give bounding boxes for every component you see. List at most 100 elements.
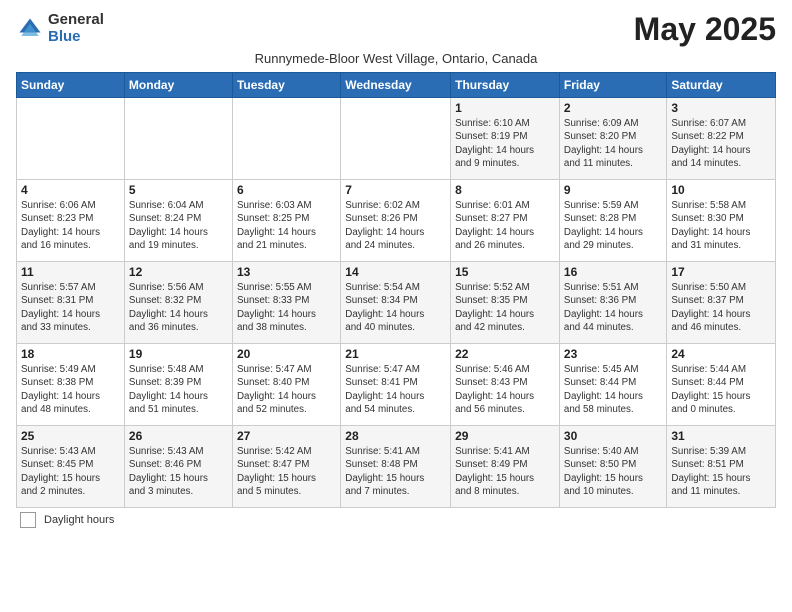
day-info: Sunrise: 5:43 AM Sunset: 8:46 PM Dayligh… [129,445,228,498]
calendar-cell: 24 Sunrise: 5:44 AM Sunset: 8:44 PM Dayli… [667,344,776,426]
day-info: Sunrise: 5:54 AM Sunset: 8:34 PM Dayligh… [345,281,446,334]
calendar-cell: 30Sunrise: 5:40 AM Sunset: 8:50 PM Dayli… [559,426,666,508]
calendar-cell: 13Sunrise: 5:55 AM Sunset: 8:33 PM Dayli… [232,262,340,344]
logo: General Blue [16,12,104,45]
calendar-cell: 1 Sunrise: 6:10 AM Sunset: 8:19 PM Daylig… [451,98,560,180]
day-number: 3 [671,101,771,115]
day-info: Sunrise: 5:42 AM Sunset: 8:47 PM Dayligh… [237,445,336,498]
day-info: Sunrise: 5:50 AM Sunset: 8:37 PM Dayligh… [671,281,771,334]
header: General Blue May 2025 [16,12,776,47]
logo-text: General Blue [48,12,104,45]
calendar-cell: 19 Sunrise: 5:48 AM Sunset: 8:39 PM Dayli… [124,344,232,426]
day-number: 23 [564,347,662,361]
day-info: Sunrise: 5:41 AM Sunset: 8:48 PM Dayligh… [345,445,446,498]
header-row: SundayMondayTuesdayWednesdayThursdayFrid… [17,73,776,98]
day-number: 12 [129,265,228,279]
day-number: 18 [21,347,120,361]
day-info: Sunrise: 5:41 AM Sunset: 8:49 PM Dayligh… [455,445,555,498]
day-number: 14 [345,265,446,279]
day-number: 20 [237,347,336,361]
day-number: 6 [237,183,336,197]
calendar-cell: 21Sunrise: 5:47 AM Sunset: 8:41 PM Dayli… [341,344,451,426]
day-info: Sunrise: 6:02 AM Sunset: 8:26 PM Dayligh… [345,199,446,252]
day-info: Sunrise: 6:03 AM Sunset: 8:25 PM Dayligh… [237,199,336,252]
calendar-cell: 18 Sunrise: 5:49 AM Sunset: 8:38 PM Dayli… [17,344,125,426]
footer: Daylight hours [16,512,776,528]
day-info: Sunrise: 5:47 AM Sunset: 8:41 PM Dayligh… [345,363,446,416]
day-info: Sunrise: 5:52 AM Sunset: 8:35 PM Dayligh… [455,281,555,334]
day-number: 11 [21,265,120,279]
day-number: 30 [564,429,662,443]
calendar-header: SundayMondayTuesdayWednesdayThursdayFrid… [17,73,776,98]
day-number: 31 [671,429,771,443]
week-row-4: 25 Sunrise: 5:43 AM Sunset: 8:45 PM Dayli… [17,426,776,508]
week-row-3: 18 Sunrise: 5:49 AM Sunset: 8:38 PM Dayli… [17,344,776,426]
title-section: May 2025 [634,12,776,47]
day-number: 9 [564,183,662,197]
day-info: Sunrise: 5:56 AM Sunset: 8:32 PM Dayligh… [129,281,228,334]
day-number: 25 [21,429,120,443]
calendar-cell: 31 Sunrise: 5:39 AM Sunset: 8:51 PM Dayli… [667,426,776,508]
day-info: Sunrise: 5:46 AM Sunset: 8:43 PM Dayligh… [455,363,555,416]
day-info: Sunrise: 5:59 AM Sunset: 8:28 PM Dayligh… [564,199,662,252]
day-number: 7 [345,183,446,197]
day-header-wednesday: Wednesday [341,73,451,98]
day-info: Sunrise: 5:48 AM Sunset: 8:39 PM Dayligh… [129,363,228,416]
day-number: 28 [345,429,446,443]
calendar-cell: 17 Sunrise: 5:50 AM Sunset: 8:37 PM Dayli… [667,262,776,344]
day-info: Sunrise: 5:51 AM Sunset: 8:36 PM Dayligh… [564,281,662,334]
day-number: 4 [21,183,120,197]
day-number: 15 [455,265,555,279]
calendar-cell: 29Sunrise: 5:41 AM Sunset: 8:49 PM Dayli… [451,426,560,508]
calendar-cell: 22 Sunrise: 5:46 AM Sunset: 8:43 PM Dayli… [451,344,560,426]
day-header-friday: Friday [559,73,666,98]
calendar-cell: 23 Sunrise: 5:45 AM Sunset: 8:44 PM Dayli… [559,344,666,426]
day-number: 10 [671,183,771,197]
day-number: 27 [237,429,336,443]
day-info: Sunrise: 5:44 AM Sunset: 8:44 PM Dayligh… [671,363,771,416]
calendar-cell: 6 Sunrise: 6:03 AM Sunset: 8:25 PM Daylig… [232,180,340,262]
calendar-cell [232,98,340,180]
calendar-cell: 2Sunrise: 6:09 AM Sunset: 8:20 PM Daylig… [559,98,666,180]
day-info: Sunrise: 5:43 AM Sunset: 8:45 PM Dayligh… [21,445,120,498]
logo-blue: Blue [48,28,81,45]
day-info: Sunrise: 5:55 AM Sunset: 8:33 PM Dayligh… [237,281,336,334]
day-number: 16 [564,265,662,279]
day-info: Sunrise: 6:06 AM Sunset: 8:23 PM Dayligh… [21,199,120,252]
subtitle: Runnymede-Bloor West Village, Ontario, C… [16,51,776,66]
calendar-body: 1 Sunrise: 6:10 AM Sunset: 8:19 PM Daylig… [17,98,776,508]
month-title: May 2025 [634,12,776,47]
day-number: 17 [671,265,771,279]
calendar-cell: 10 Sunrise: 5:58 AM Sunset: 8:30 PM Dayli… [667,180,776,262]
calendar-table: SundayMondayTuesdayWednesdayThursdayFrid… [16,72,776,508]
calendar-cell: 9 Sunrise: 5:59 AM Sunset: 8:28 PM Daylig… [559,180,666,262]
week-row-0: 1 Sunrise: 6:10 AM Sunset: 8:19 PM Daylig… [17,98,776,180]
calendar-cell [17,98,125,180]
calendar-cell: 14 Sunrise: 5:54 AM Sunset: 8:34 PM Dayli… [341,262,451,344]
day-info: Sunrise: 5:58 AM Sunset: 8:30 PM Dayligh… [671,199,771,252]
calendar-cell [124,98,232,180]
day-number: 2 [564,101,662,115]
day-info: Sunrise: 5:45 AM Sunset: 8:44 PM Dayligh… [564,363,662,416]
day-number: 1 [455,101,555,115]
day-info: Sunrise: 5:49 AM Sunset: 8:38 PM Dayligh… [21,363,120,416]
day-info: Sunrise: 6:04 AM Sunset: 8:24 PM Dayligh… [129,199,228,252]
calendar-cell: 27 Sunrise: 5:42 AM Sunset: 8:47 PM Dayli… [232,426,340,508]
calendar-cell: 3Sunrise: 6:07 AM Sunset: 8:22 PM Daylig… [667,98,776,180]
calendar-cell: 15 Sunrise: 5:52 AM Sunset: 8:35 PM Dayli… [451,262,560,344]
day-info: Sunrise: 5:47 AM Sunset: 8:40 PM Dayligh… [237,363,336,416]
day-header-sunday: Sunday [17,73,125,98]
calendar-cell: 28 Sunrise: 5:41 AM Sunset: 8:48 PM Dayli… [341,426,451,508]
calendar-cell: 5Sunrise: 6:04 AM Sunset: 8:24 PM Daylig… [124,180,232,262]
page: General Blue May 2025 Runnymede-Bloor We… [0,0,792,536]
day-number: 8 [455,183,555,197]
day-number: 24 [671,347,771,361]
day-number: 26 [129,429,228,443]
calendar-cell: 26 Sunrise: 5:43 AM Sunset: 8:46 PM Dayli… [124,426,232,508]
day-info: Sunrise: 6:10 AM Sunset: 8:19 PM Dayligh… [455,117,555,170]
day-number: 22 [455,347,555,361]
day-number: 19 [129,347,228,361]
calendar-cell: 16 Sunrise: 5:51 AM Sunset: 8:36 PM Dayli… [559,262,666,344]
day-info: Sunrise: 5:39 AM Sunset: 8:51 PM Dayligh… [671,445,771,498]
calendar-cell [341,98,451,180]
